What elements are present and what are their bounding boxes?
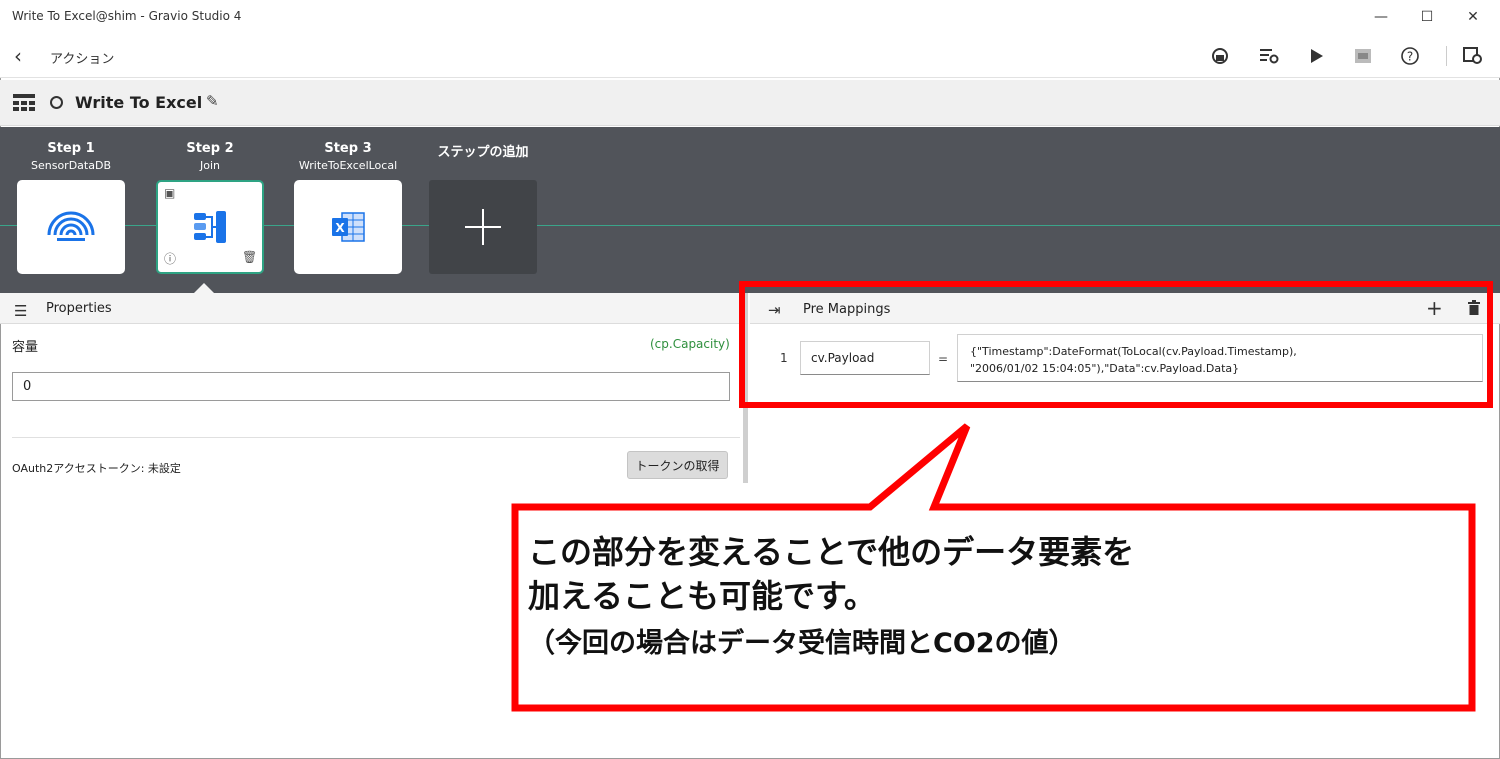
callout-line-3: （今回の場合はデータ受信時間とCO2の値） <box>528 628 1076 659</box>
callout-text: この部分を変えることで他のデータ要素を 加えることも可能です。 （今回の場合はデ… <box>528 530 1134 664</box>
callout-line-2: 加えることも可能です。 <box>528 577 876 615</box>
callout-line-1: この部分を変えることで他のデータ要素を <box>528 533 1135 571</box>
